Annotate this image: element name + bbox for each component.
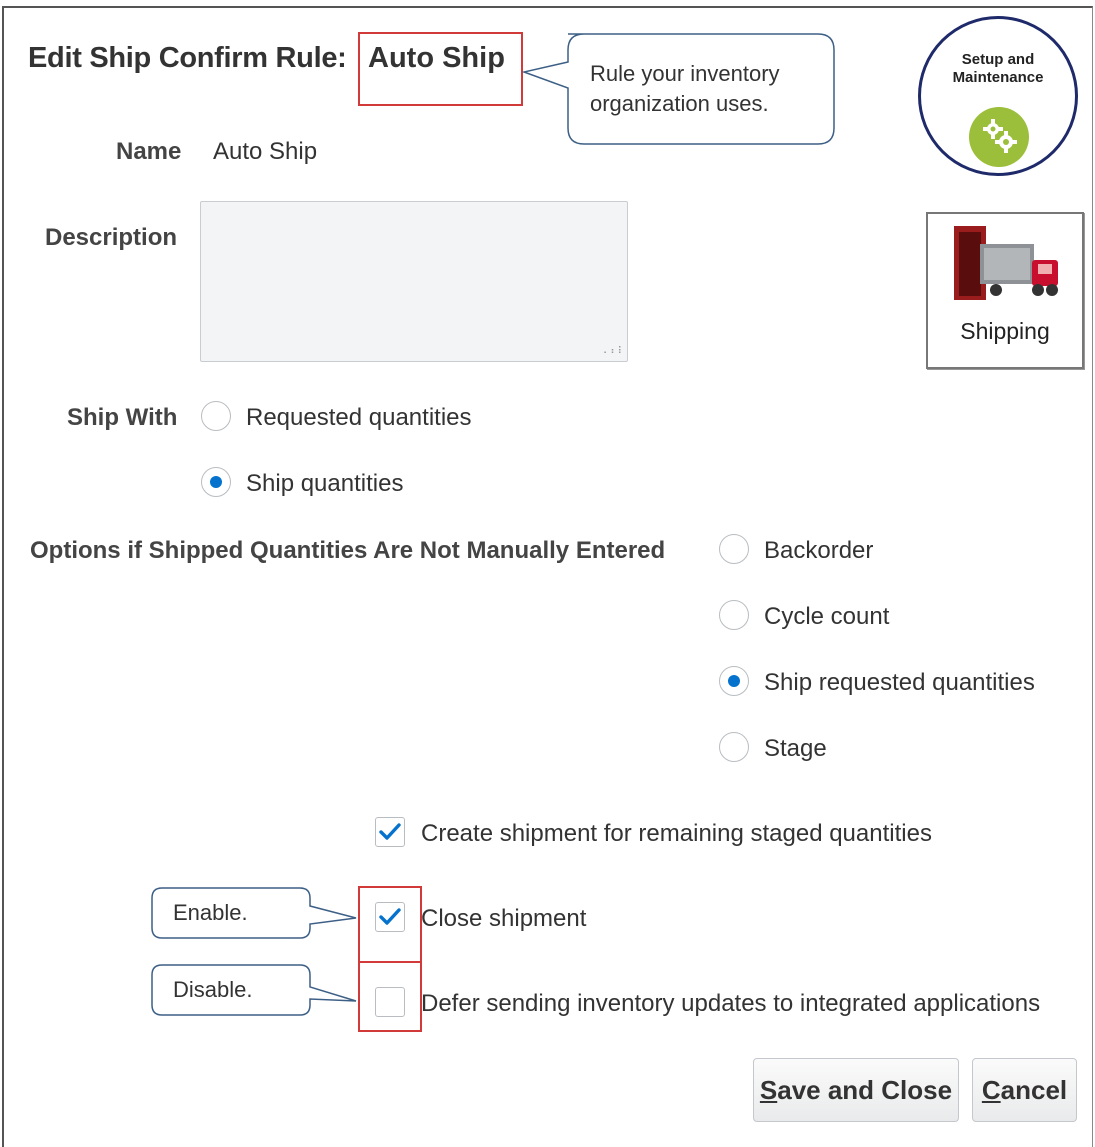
option-label: Stage (764, 735, 827, 762)
resize-grip-icon[interactable]: ⠠⠰⠸ (600, 347, 622, 357)
save-and-close-button[interactable]: Save and Close (753, 1058, 959, 1122)
shipping-label: Shipping (960, 318, 1050, 344)
options-label: Options if Shipped Quantities Are Not Ma… (30, 537, 666, 564)
checkbox-label: Close shipment (421, 905, 587, 932)
truck-icon (954, 226, 1058, 300)
setup-maintenance-badge: Setup and Maintenance (918, 16, 1078, 176)
cancel-label: ancel (1000, 1074, 1068, 1105)
cancel-button[interactable]: Cancel (972, 1058, 1077, 1122)
save-label: ave and Close (777, 1074, 953, 1105)
rule-callout-text: Rule your inventory organization uses. (590, 61, 780, 116)
option-backorder-radio[interactable] (719, 534, 749, 564)
checkmark-icon (379, 823, 401, 840)
name-label: Name (116, 138, 182, 165)
shipping-tile[interactable]: Shipping (926, 212, 1084, 369)
title-highlight-box (358, 32, 523, 106)
ship-with-option-label: Requested quantities (246, 404, 472, 431)
page-title: Edit Ship Confirm Rule: (28, 42, 347, 74)
create-shipment-checkbox[interactable] (375, 817, 405, 847)
radio-selected-dot (210, 476, 222, 488)
checkbox-label: Defer sending inventory updates to integ… (421, 990, 1041, 1017)
ship-with-ship-quantities-radio[interactable] (201, 467, 231, 497)
option-label: Ship requested quantities (764, 669, 1035, 696)
disable-highlight-box (358, 961, 422, 1032)
enable-callout-text: Enable. (173, 900, 248, 925)
ship-with-requested-radio[interactable] (201, 401, 231, 431)
save-mnemonic: S (759, 1074, 778, 1105)
cancel-mnemonic: C (981, 1074, 1001, 1105)
gear-icon (969, 107, 1029, 167)
radio-selected-dot (728, 675, 740, 687)
name-value: Auto Ship (213, 138, 318, 165)
setup-maintenance-label: Setup and Maintenance (952, 51, 1044, 86)
option-ship-requested-radio[interactable] (719, 666, 749, 696)
ship-with-option-label: Ship quantities (246, 470, 404, 497)
option-label: Cycle count (764, 603, 890, 630)
option-label: Backorder (764, 537, 874, 564)
description-textarea[interactable]: ⠠⠰⠸ (200, 201, 628, 362)
checkbox-label: Create shipment for remaining staged qua… (421, 820, 932, 847)
option-stage-radio[interactable] (719, 732, 749, 762)
description-label: Description (45, 224, 178, 251)
enable-highlight-box (358, 886, 422, 963)
ship-with-label: Ship With (67, 404, 178, 431)
disable-callout-text: Disable. (173, 977, 253, 1002)
description-text (201, 202, 627, 214)
option-cycle-count-radio[interactable] (719, 600, 749, 630)
